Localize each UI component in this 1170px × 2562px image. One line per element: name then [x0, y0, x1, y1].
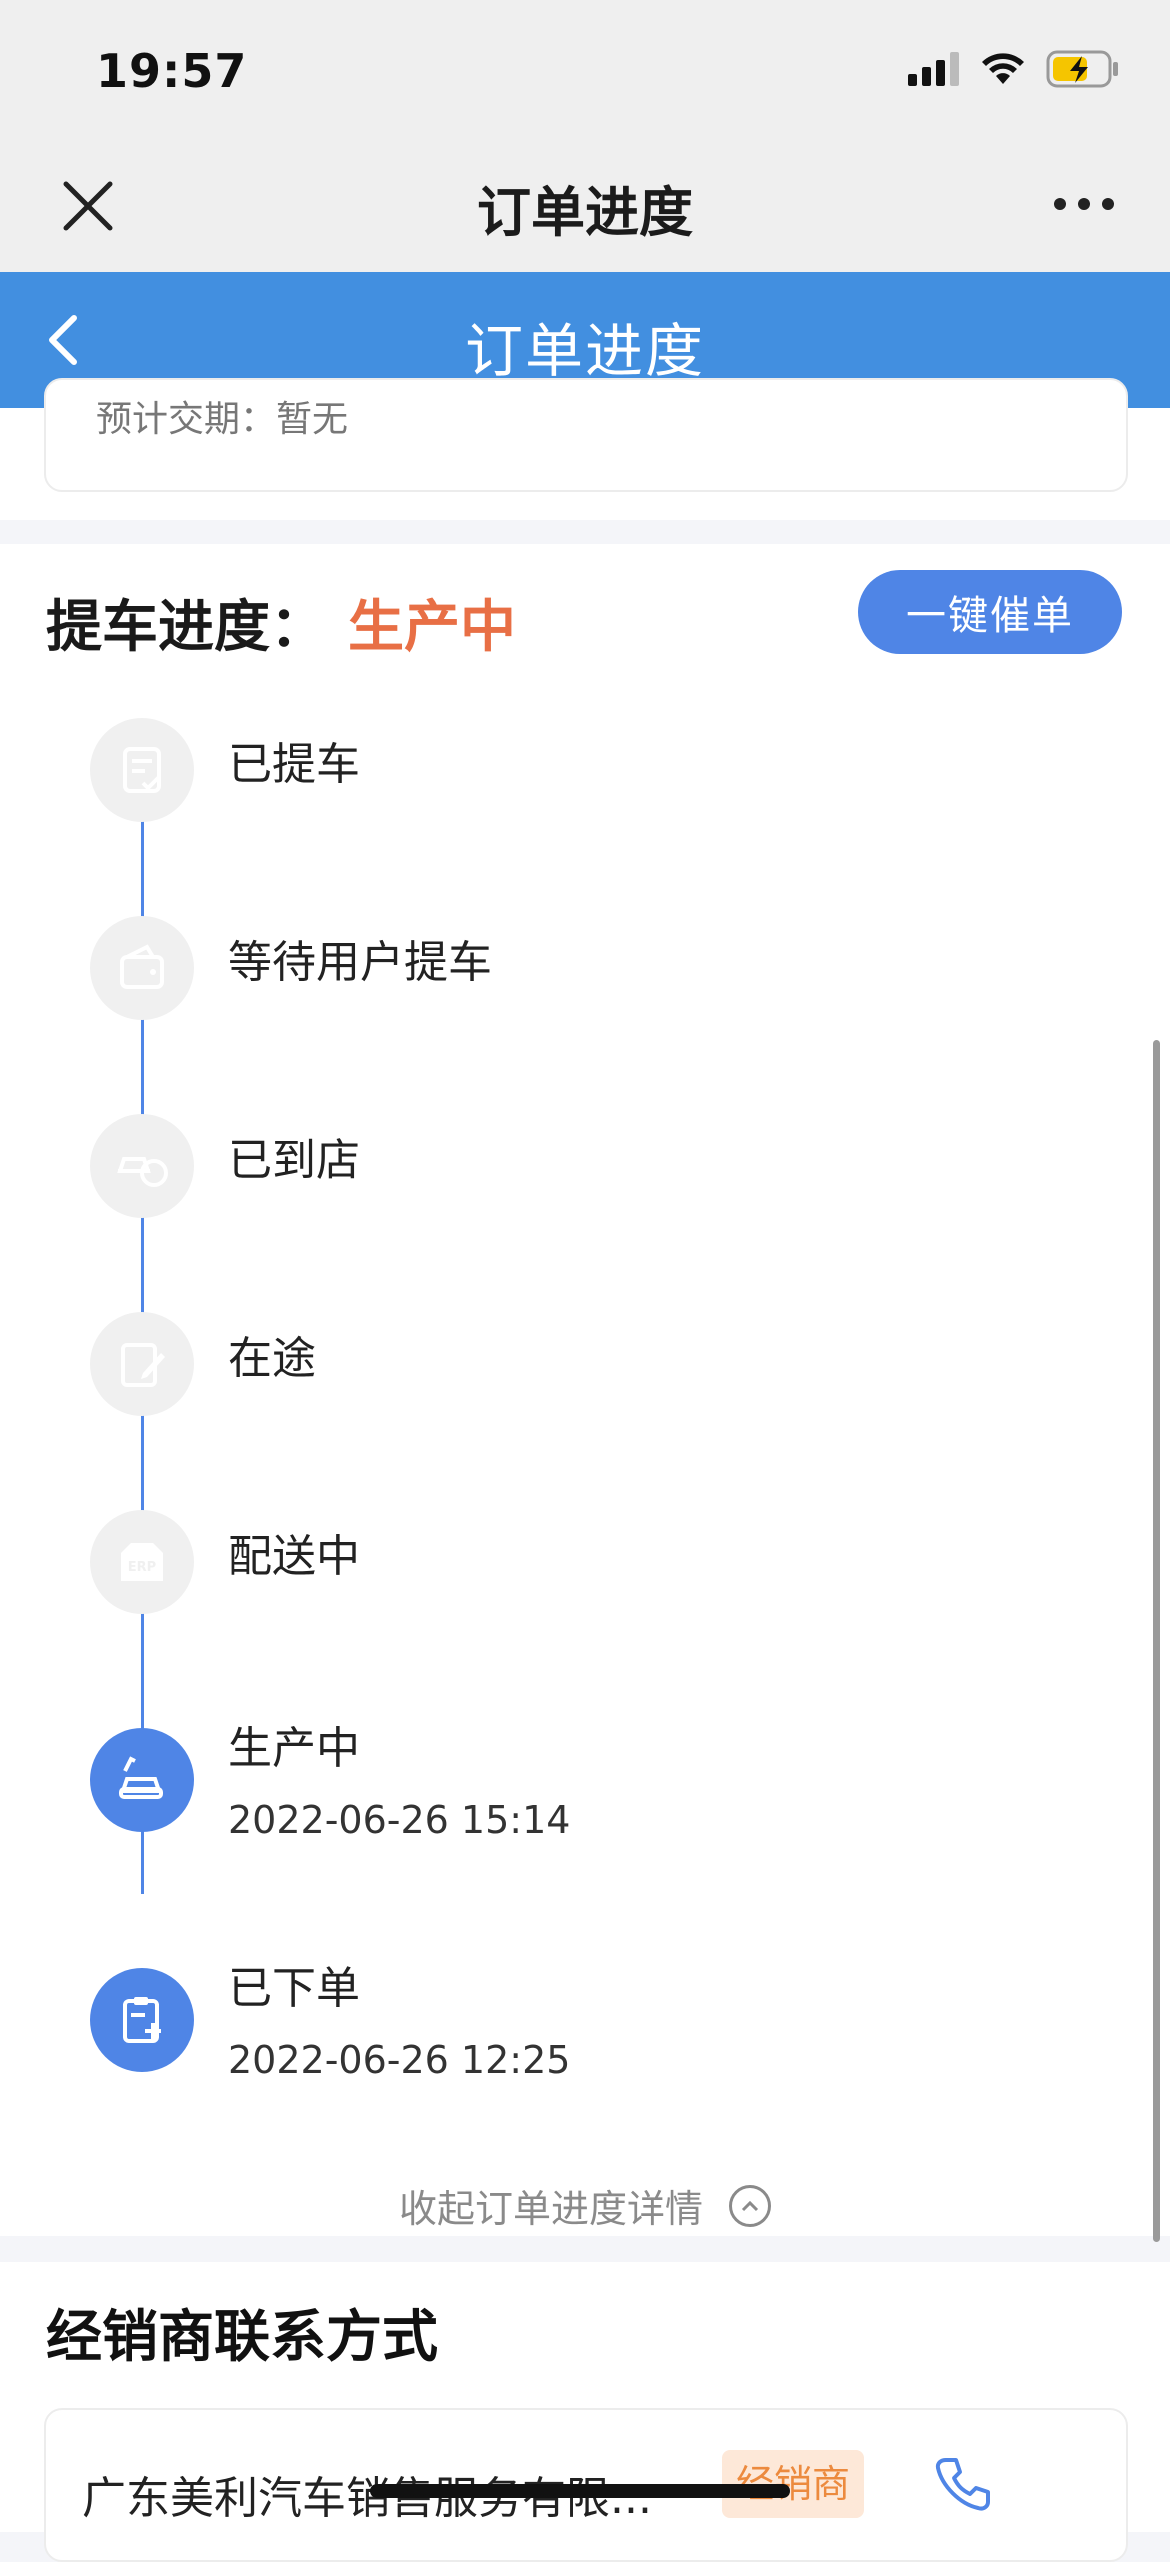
pickup-progress-section: 提车进度： 生产中 一键催单 已提车 等待用户提车 已到店 在途 ERP 配送中 [0, 544, 1170, 2236]
wallet-icon [90, 916, 194, 1020]
chevron-up-icon [729, 2184, 771, 2227]
signal-icon [908, 52, 959, 86]
step-label-ordered: 已下单 [228, 1963, 360, 2014]
wechat-nav-bar: 订单进度 [0, 150, 1170, 272]
collapse-progress-toggle[interactable]: 收起订单进度详情 [0, 2178, 1170, 2233]
page-title: 订单进度 [464, 317, 705, 385]
step-label-arrived-store: 已到店 [228, 1135, 360, 1186]
home-indicator[interactable] [370, 2484, 790, 2498]
clipboard-add-icon [90, 1968, 194, 2072]
document-check-icon [90, 718, 194, 822]
progress-timeline: 已提车 等待用户提车 已到店 在途 ERP 配送中 生产中 2022-06-26… [0, 544, 1170, 2236]
dealer-section-title: 经销商联系方式 [46, 2305, 438, 2370]
status-icons [908, 50, 1120, 88]
step-label-awaiting-pickup: 等待用户提车 [228, 937, 492, 988]
erp-box-icon: ERP [90, 1510, 194, 1614]
battery-charging-icon [1046, 50, 1118, 88]
step-label-picked-up: 已提车 [228, 739, 360, 790]
more-icon[interactable] [1054, 198, 1114, 210]
step-label-delivering: 配送中 [228, 1531, 360, 1582]
wifi-icon [982, 53, 1024, 84]
step-label-in-transit: 在途 [228, 1333, 316, 1384]
status-bar: 19:57 [0, 0, 1170, 150]
scrollbar[interactable] [1153, 1040, 1160, 2242]
collapse-progress-label: 收起订单进度详情 [398, 2187, 703, 2231]
car-store-icon [90, 1114, 194, 1218]
order-info-card: 预计交期：暂无 [44, 378, 1128, 492]
step-time-ordered: 2022-06-26 12:25 [228, 2038, 571, 2082]
wechat-title: 订单进度 [477, 181, 693, 244]
phone-icon[interactable] [932, 2454, 992, 2514]
step-time-in-production: 2022-06-26 15:14 [228, 1798, 571, 1842]
car-production-icon [90, 1728, 194, 1832]
order-info-section: 预计交期：暂无 [0, 378, 1170, 520]
svg-text:ERP: ERP [128, 1560, 156, 1575]
eta-text: 预计交期：暂无 [96, 399, 349, 440]
step-label-in-production: 生产中 [228, 1723, 360, 1774]
edit-document-icon [90, 1312, 194, 1416]
status-time: 19:57 [96, 44, 248, 98]
